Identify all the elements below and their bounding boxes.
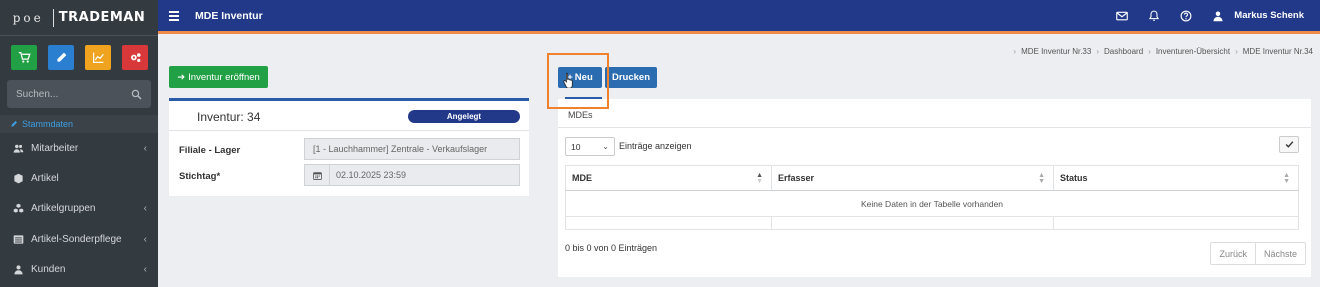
brand-name: TRADEMAN (58, 10, 146, 25)
cart-icon (18, 51, 31, 63)
table-row: Keine Daten in der Tabelle vorhanden (565, 190, 1299, 217)
sidebar: poe TRADEMAN Stammdaten Mitarbeiter ‹ Ar… (0, 0, 158, 287)
chevron-left-icon: ‹ (143, 264, 147, 276)
mde-panel: MDEs 10 ⌄ Einträge anzeigen MDE ▲ ▼ Erfas… (558, 99, 1311, 277)
chevron-left-icon: ‹ (143, 233, 147, 245)
sort-icon: ▲ ▼ (756, 172, 763, 185)
table-info: 0 bis 0 von 0 Einträgen (565, 243, 658, 253)
breadcrumb-item[interactable]: Inventuren-Übersicht (1156, 47, 1230, 56)
edit-button[interactable] (48, 45, 74, 70)
next-page-button[interactable]: Nächste (1255, 242, 1306, 265)
column-header-status[interactable]: Status ▲ ▼ (1053, 165, 1299, 191)
pointer-cursor-icon (563, 72, 573, 88)
brand-divider (52, 8, 54, 27)
sidebar-item-artikel[interactable]: Artikel (0, 163, 158, 193)
search-input[interactable] (16, 88, 116, 100)
filiale-label: Filiale - Lager (179, 145, 241, 156)
previous-page-button[interactable]: Zurück (1210, 242, 1256, 265)
search-icon[interactable] (131, 89, 142, 100)
cubes-icon (13, 204, 24, 214)
section-stammdaten[interactable]: Stammdaten (0, 115, 158, 133)
column-header-mde[interactable]: MDE ▲ ▼ (565, 165, 772, 191)
print-label: Drucken (611, 72, 650, 83)
chart-button[interactable] (85, 45, 111, 70)
breadcrumb-item: MDE Inventur Nr.34 (1242, 47, 1313, 56)
page-length-select[interactable]: 10 ⌄ (565, 137, 615, 156)
section-label: Stammdaten (22, 119, 74, 129)
mail-icon[interactable] (1116, 10, 1129, 22)
empty-message: Keine Daten in der Tabelle vorhanden (565, 190, 1299, 217)
table-footer-row (565, 216, 1299, 230)
page-length-value: 10 (571, 141, 581, 152)
cube-icon (14, 173, 23, 184)
user-menu[interactable]: Markus Schenk (1212, 10, 1304, 22)
chevron-down-icon: ⌄ (602, 142, 609, 151)
arrow-right-icon: ➜ (177, 71, 186, 83)
user-icon (1213, 11, 1223, 21)
check-icon (1285, 141, 1293, 148)
sidebar-item-label: Artikel (31, 173, 59, 185)
breadcrumb-item[interactable]: MDE Inventur Nr.33 (1021, 47, 1091, 56)
sidebar-item-label: Artikel-Sonderpflege (31, 233, 122, 245)
new-label: Neu (574, 72, 593, 83)
open-inventory-button[interactable]: ➜ Inventur eröffnen (169, 66, 268, 88)
pencil-icon (11, 121, 17, 127)
page-title: MDE Inventur (195, 9, 263, 22)
cart-button[interactable] (11, 45, 37, 70)
menu-toggle-icon[interactable] (169, 10, 179, 21)
sidebar-item-label: Kunden (31, 264, 66, 276)
open-inventory-label: Inventur eröffnen (188, 71, 260, 83)
brand-prefix: poe (12, 10, 44, 25)
brand-logo[interactable]: poe TRADEMAN (0, 0, 158, 36)
help-icon[interactable] (1180, 10, 1192, 22)
users-icon (13, 144, 24, 153)
top-navbar: MDE Inventur Markus Schenk (158, 0, 1320, 34)
page-length-label: Einträge anzeigen (619, 141, 692, 151)
tab-divider (558, 127, 1311, 128)
user-icon (14, 265, 23, 275)
sidebar-item-mitarbeiter[interactable]: Mitarbeiter ‹ (0, 133, 158, 163)
list-icon (13, 235, 24, 244)
stichtag-field: 02.10.2025 23:59 (304, 164, 520, 186)
divider (169, 130, 529, 131)
sidebar-item-label: Mitarbeiter (31, 142, 79, 154)
filiale-field: [1 - Lauchhammer] Zentrale - Verkaufslag… (304, 138, 520, 160)
mde-table: MDE ▲ ▼ Erfasser ▲ ▼ Status ▲ ▼ Keine Daten… (565, 165, 1299, 230)
sidebar-item-kunden[interactable]: Kunden ‹ (0, 255, 158, 285)
chart-icon (92, 52, 104, 63)
calendar-icon (305, 165, 330, 185)
tab-mdes[interactable]: MDEs (568, 110, 593, 120)
bell-icon[interactable] (1148, 10, 1160, 22)
user-name: Markus Schenk (1234, 10, 1304, 21)
sidebar-item-artikelgruppen[interactable]: Artikelgruppen ‹ (0, 194, 158, 224)
cogs-icon (130, 53, 141, 62)
pagination: Zurück Nächste (1210, 242, 1306, 265)
sort-icon: ▲ ▼ (1283, 172, 1290, 185)
sidebar-search (7, 80, 151, 108)
stichtag-label: Stichtag* (179, 171, 221, 182)
settings-button[interactable] (122, 45, 148, 70)
inventory-panel: Inventur: 34 Angelegt Filiale - Lager [1… (169, 98, 529, 196)
chevron-left-icon: ‹ (143, 142, 147, 154)
column-header-erfasser[interactable]: Erfasser ▲ ▼ (771, 165, 1054, 191)
quick-actions (0, 36, 158, 74)
sidebar-item-artikel-sonderpflege[interactable]: Artikel-Sonderpflege ‹ (0, 224, 158, 254)
inventory-title: Inventur: 34 (197, 110, 261, 124)
column-visibility-button[interactable] (1279, 136, 1299, 153)
breadcrumb: › MDE Inventur Nr.33 › Dashboard › Inven… (1013, 47, 1313, 56)
chevron-left-icon: ‹ (143, 203, 147, 215)
sidebar-item-label: Artikelgruppen (31, 203, 96, 215)
status-badge: Angelegt (408, 110, 520, 123)
breadcrumb-item[interactable]: Dashboard (1104, 47, 1143, 56)
pencil-icon (56, 52, 66, 62)
sort-icon: ▲ ▼ (1038, 172, 1045, 185)
print-button[interactable]: Drucken (605, 67, 657, 88)
filiale-value: [1 - Lauchhammer] Zentrale - Verkaufslag… (313, 144, 488, 154)
stichtag-value: 02.10.2025 23:59 (336, 170, 407, 180)
